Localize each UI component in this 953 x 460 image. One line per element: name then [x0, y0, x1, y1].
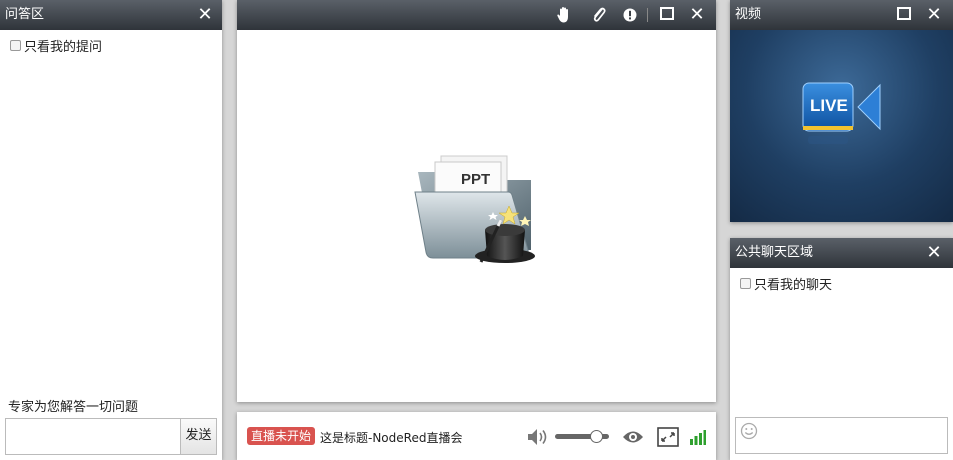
ppt-panel: ✕ PPT [237, 0, 716, 402]
hand-icon[interactable] [555, 0, 573, 30]
ppt-titlebar: ✕ [237, 0, 716, 30]
chat-panel: 公共聊天区域 ✕ 只看我的聊天 [730, 238, 953, 460]
status-bar: 直播未开始 这是标题-NodeRed直播会 [237, 412, 716, 460]
chat-titlebar: 公共聊天区域 ✕ [730, 238, 953, 268]
qa-question-input[interactable] [5, 418, 181, 455]
chat-filter-checkbox[interactable] [740, 278, 751, 289]
eye-icon[interactable] [622, 429, 644, 445]
live-status-badge: 直播未开始 [247, 427, 316, 445]
stream-title: 这是标题-NodeRed直播会 [320, 431, 463, 445]
qa-titlebar: 问答区 ✕ [0, 0, 222, 30]
live-text: LIVE [810, 96, 848, 115]
qa-filter-label: 只看我的提问 [24, 40, 103, 55]
qa-hint: 专家为您解答一切问题 [8, 400, 139, 415]
volume-slider-handle[interactable] [590, 430, 603, 443]
chat-close-icon[interactable]: ✕ [925, 238, 943, 268]
ppt-close-icon[interactable]: ✕ [688, 0, 706, 30]
attachment-icon[interactable] [590, 0, 608, 30]
alert-icon[interactable] [621, 0, 639, 30]
chat-filter[interactable]: 只看我的聊天 [740, 274, 832, 293]
ppt-placeholder-image [414, 155, 535, 263]
qa-close-icon[interactable]: ✕ [196, 0, 214, 30]
qa-title: 问答区 [5, 7, 45, 22]
video-maximize-icon[interactable] [895, 0, 913, 30]
volume-icon[interactable] [527, 428, 549, 446]
chat-input[interactable] [735, 417, 948, 454]
video-panel: 视频 ✕ LIVE [730, 0, 953, 222]
qa-panel: 问答区 ✕ 只看我的提问 专家为您解答一切问题 发送 [0, 0, 222, 460]
chat-title: 公共聊天区域 [735, 245, 814, 260]
chat-filter-label: 只看我的聊天 [754, 278, 833, 293]
video-close-icon[interactable]: ✕ [925, 0, 943, 30]
video-title: 视频 [735, 7, 762, 22]
ppt-maximize-icon[interactable] [658, 0, 676, 30]
ppt-logo-text: PPT [461, 171, 491, 188]
qa-filter[interactable]: 只看我的提问 [10, 36, 102, 55]
smiley-icon[interactable] [740, 422, 758, 440]
volume-slider[interactable] [555, 430, 609, 443]
qa-filter-checkbox[interactable] [10, 40, 21, 51]
titlebar-divider [647, 8, 648, 22]
qa-send-button[interactable]: 发送 [180, 418, 217, 455]
fullscreen-icon[interactable] [657, 427, 679, 447]
signal-icon [690, 430, 706, 445]
video-titlebar: 视频 ✕ [730, 0, 953, 30]
